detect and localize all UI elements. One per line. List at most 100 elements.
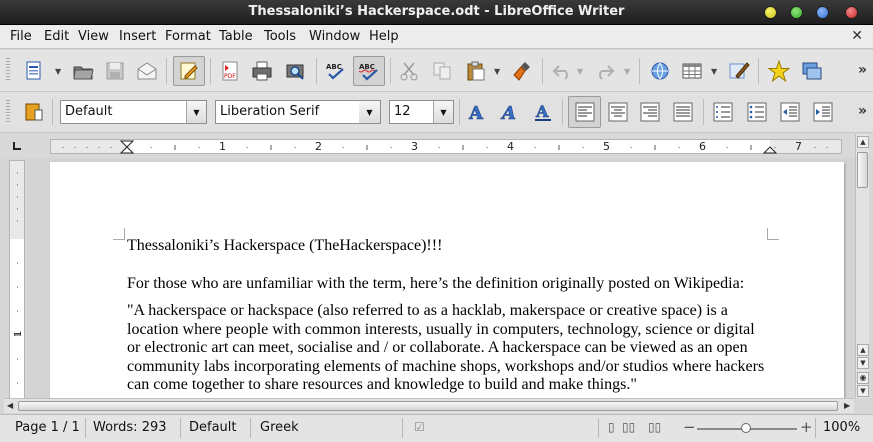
zoom-in-button[interactable]: +: [800, 418, 813, 436]
align-right-icon[interactable]: [638, 100, 662, 124]
menu-tools[interactable]: Tools: [264, 29, 296, 44]
styles-formatting-icon[interactable]: [22, 100, 46, 124]
menu-help[interactable]: Help: [369, 29, 399, 44]
chevron-down-icon[interactable]: ▼: [433, 101, 453, 123]
print-icon[interactable]: [250, 59, 274, 83]
quote-line: "A hackerspace or hackspace (also referr…: [127, 302, 728, 319]
single-page-view-icon[interactable]: ▯: [608, 420, 615, 434]
close-window-button[interactable]: [845, 6, 858, 19]
paste-dropdown-icon[interactable]: ▼: [494, 67, 500, 76]
toolbar-overflow-button[interactable]: »: [858, 62, 867, 78]
copy-icon[interactable]: [430, 59, 454, 83]
status-bar: Page 1 / 1 Words: 293 Default Greek ☑ ▯ …: [0, 414, 873, 442]
quote-line: location where people with common intere…: [127, 320, 755, 338]
vertical-scrollbar[interactable]: ▲ ▲ ▼ ◉ ▼: [855, 134, 869, 398]
text-boundary-corner: [767, 228, 779, 240]
scroll-up-icon[interactable]: ▲: [857, 344, 869, 356]
page-indicator[interactable]: Page 1 / 1: [15, 420, 80, 435]
menu-window[interactable]: Window: [309, 29, 360, 44]
menu-edit[interactable]: Edit: [44, 29, 69, 44]
chevron-down-icon[interactable]: ▼: [186, 101, 206, 123]
maximize-button[interactable]: [790, 6, 803, 19]
document-modified-icon[interactable]: ☑: [414, 420, 425, 434]
page-style[interactable]: Default: [189, 420, 237, 435]
zoom-out-button[interactable]: −: [683, 418, 696, 436]
paste-icon[interactable]: [464, 59, 488, 83]
close-document-icon[interactable]: ✕: [851, 28, 863, 44]
hyperlink-icon[interactable]: [648, 59, 672, 83]
document-canvas[interactable]: Thessaloniki’s Hackerspace (TheHackerspa…: [27, 158, 855, 398]
document-quote-paragraph[interactable]: "A hackerspace or hackspace (also referr…: [127, 302, 767, 395]
scroll-left-icon[interactable]: ◀: [7, 401, 13, 410]
menu-insert[interactable]: Insert: [119, 29, 156, 44]
menu-format[interactable]: Format: [165, 29, 211, 44]
chevron-down-icon[interactable]: ▼: [359, 101, 380, 123]
bullets-icon[interactable]: [745, 100, 769, 124]
decrease-indent-icon[interactable]: [778, 100, 802, 124]
clone-formatting-icon[interactable]: [511, 59, 535, 83]
new-dropdown-icon[interactable]: ▼: [55, 67, 61, 76]
export-pdf-icon[interactable]: PDF: [218, 59, 242, 83]
bold-icon[interactable]: A: [465, 100, 489, 124]
zoom-slider-handle[interactable]: [741, 423, 751, 433]
redo-dropdown-icon[interactable]: ▼: [624, 67, 630, 76]
align-center-icon[interactable]: [606, 100, 630, 124]
open-icon[interactable]: [71, 59, 95, 83]
font-name-dropdown[interactable]: ▼: [359, 100, 381, 124]
italic-icon[interactable]: A: [498, 100, 522, 124]
menu-file[interactable]: File: [10, 29, 32, 44]
paragraph-style-select[interactable]: Default ▼: [60, 100, 207, 124]
next-page-icon[interactable]: ▼: [857, 385, 869, 397]
align-left-icon[interactable]: [573, 100, 597, 124]
table-icon[interactable]: [680, 59, 704, 83]
menu-view[interactable]: View: [78, 29, 109, 44]
document-page[interactable]: Thessaloniki’s Hackerspace (TheHackerspa…: [50, 162, 844, 398]
language-indicator[interactable]: Greek: [260, 420, 299, 435]
vertical-ruler[interactable]: 1: [9, 160, 25, 399]
zoom-percentage[interactable]: 100%: [823, 420, 860, 435]
numbering-icon[interactable]: [711, 100, 735, 124]
gallery-icon[interactable]: [800, 59, 824, 83]
multi-page-view-icon[interactable]: ▯▯: [622, 420, 635, 434]
restore-button[interactable]: [816, 6, 829, 19]
print-preview-icon[interactable]: [283, 59, 307, 83]
edit-mode-icon[interactable]: [177, 59, 201, 83]
toolbar-grip[interactable]: [6, 58, 10, 82]
save-icon[interactable]: [103, 59, 127, 83]
justify-icon[interactable]: [671, 100, 695, 124]
table-dropdown-icon[interactable]: ▼: [711, 67, 717, 76]
scroll-up-icon[interactable]: ▲: [857, 136, 869, 148]
svg-text:ABC: ABC: [326, 63, 342, 71]
toolbar-overflow-button[interactable]: »: [858, 103, 867, 119]
horizontal-ruler[interactable]: 1 2 3 4 5 6 7: [50, 139, 842, 154]
previous-page-icon[interactable]: ◉: [857, 372, 869, 384]
word-count[interactable]: Words: 293: [93, 420, 167, 435]
svg-text:A: A: [468, 103, 484, 123]
autospellcheck-icon[interactable]: ABC: [357, 59, 381, 83]
horizontal-scroll-thumb[interactable]: [18, 401, 838, 411]
undo-icon[interactable]: [550, 59, 574, 83]
menu-table[interactable]: Table: [219, 29, 253, 44]
font-size-select[interactable]: 12 ▼: [389, 100, 454, 124]
cut-icon[interactable]: [397, 59, 421, 83]
spellcheck-icon[interactable]: ABC: [324, 59, 348, 83]
scroll-right-icon[interactable]: ▶: [844, 401, 850, 410]
toolbar-grip[interactable]: [6, 100, 10, 124]
book-view-icon[interactable]: ▯▯: [648, 420, 661, 434]
show-draw-functions-icon[interactable]: [727, 59, 751, 83]
document-heading[interactable]: Thessaloniki’s Hackerspace (TheHackerspa…: [127, 237, 767, 256]
increase-indent-icon[interactable]: [811, 100, 835, 124]
redo-icon[interactable]: [593, 59, 617, 83]
underline-icon[interactable]: A: [531, 100, 555, 124]
font-name-select[interactable]: Liberation Serif: [215, 100, 381, 124]
tab-stop-icon[interactable]: [13, 142, 21, 150]
undo-dropdown-icon[interactable]: ▼: [577, 67, 583, 76]
vertical-scroll-thumb[interactable]: [857, 152, 868, 188]
new-document-icon[interactable]: [22, 59, 46, 83]
document-intro-paragraph[interactable]: For those who are unfamiliar with the te…: [127, 275, 767, 294]
navigator-icon[interactable]: [767, 59, 791, 83]
minimize-button[interactable]: [764, 6, 777, 19]
horizontal-scrollbar[interactable]: ◀ ▶: [4, 398, 854, 413]
email-icon[interactable]: [135, 59, 159, 83]
scroll-down-icon[interactable]: ▼: [857, 357, 869, 369]
